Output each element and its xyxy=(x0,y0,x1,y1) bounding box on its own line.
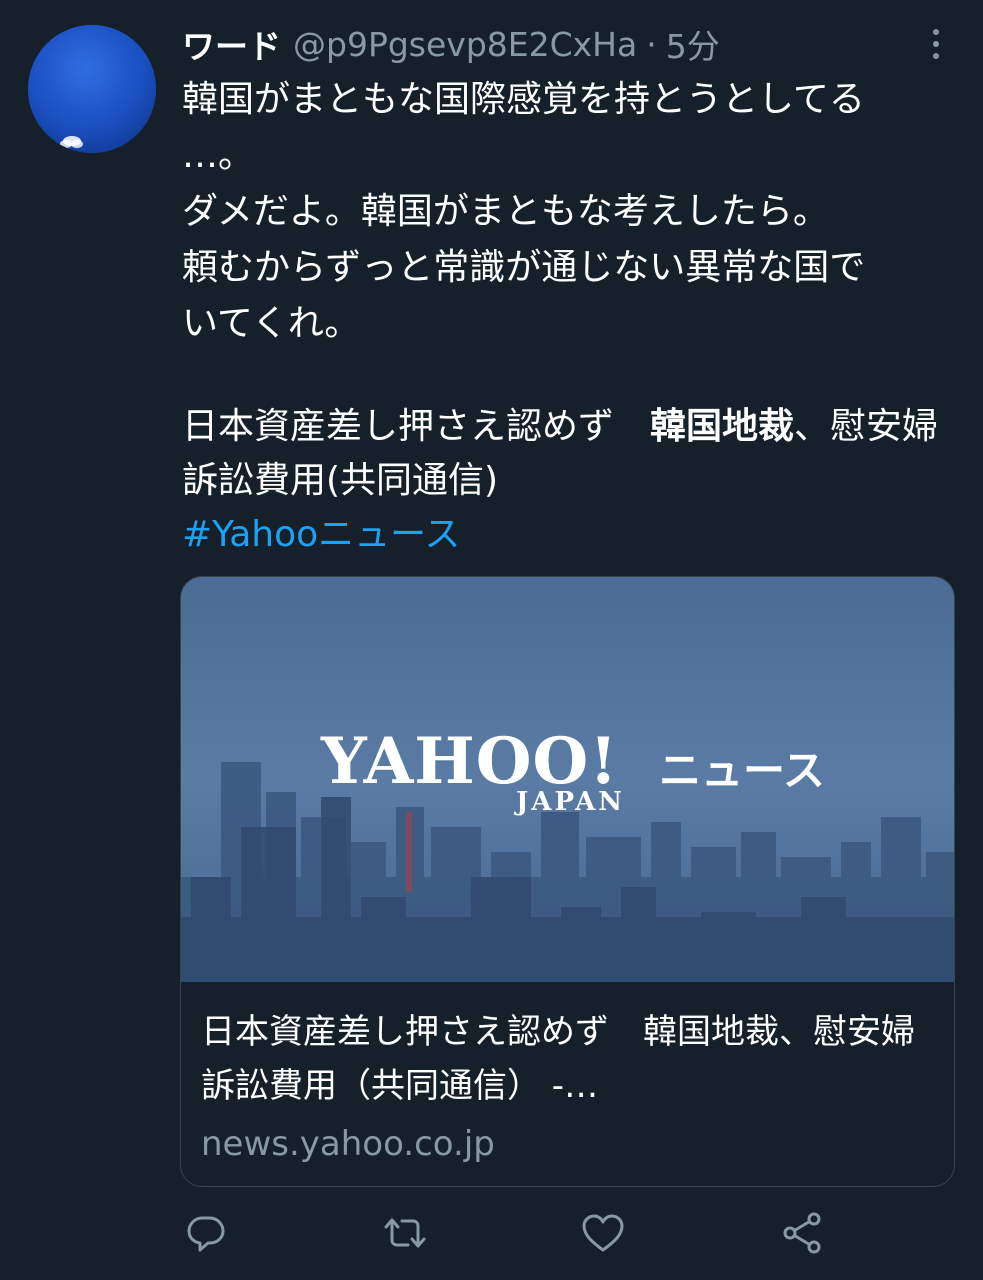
like-button[interactable] xyxy=(580,1210,626,1256)
headline-bold: 韓国地裁 xyxy=(650,406,795,447)
more-vertical-icon xyxy=(933,29,939,35)
user-handle[interactable]: @p9Pgsevp8E2CxHa xyxy=(293,25,637,64)
tweet-actions xyxy=(0,1210,983,1260)
headline-part-1: 日本資産差し押さえ認めず xyxy=(182,406,651,447)
hashtag-link[interactable]: #Yahooニュース xyxy=(182,508,460,562)
card-domain: news.yahoo.co.jp xyxy=(201,1124,495,1164)
more-options-button[interactable] xyxy=(918,26,954,62)
avatar[interactable] xyxy=(28,25,156,153)
tweet: ワード @p9Pgsevp8E2CxHa · 5分 韓国がまともな国際感覚を持と… xyxy=(0,0,983,1280)
separator-dot: · xyxy=(646,24,657,64)
timestamp[interactable]: 5分 xyxy=(666,20,720,68)
display-name[interactable]: ワード xyxy=(182,20,281,68)
reply-icon xyxy=(187,1216,225,1252)
share-icon xyxy=(783,1212,821,1254)
tweet-text: 韓国がまともな国際感覚を持とうとしてる …。 ダメだよ。韓国がまともな考えしたら… xyxy=(182,79,866,344)
reply-button[interactable] xyxy=(183,1210,229,1256)
retweet-button[interactable] xyxy=(382,1210,428,1256)
tweet-header: ワード @p9Pgsevp8E2CxHa · 5分 xyxy=(182,20,720,68)
card-title: 日本資産差し押さえ認めず 韓国地裁、慰安婦訴訟費用（共同通信） -… xyxy=(201,1012,915,1106)
link-preview-card[interactable]: YAHOO! JAPAN ニュース 日本資産差し押さえ認めず 韓国地裁、慰安婦訴… xyxy=(180,576,955,1187)
tweet-headline: 日本資産差し押さえ認めず 韓国地裁、慰安婦訴訟費用(共同通信) xyxy=(182,400,942,508)
heart-icon xyxy=(582,1214,624,1252)
share-button[interactable] xyxy=(780,1210,826,1256)
retweet-icon xyxy=(384,1218,426,1248)
news-logo-text: ニュース xyxy=(659,746,825,795)
yahoo-japan-logo: JAPAN xyxy=(516,787,626,817)
card-image: YAHOO! JAPAN ニュース xyxy=(181,577,954,982)
avatar-sky-image xyxy=(28,25,156,153)
